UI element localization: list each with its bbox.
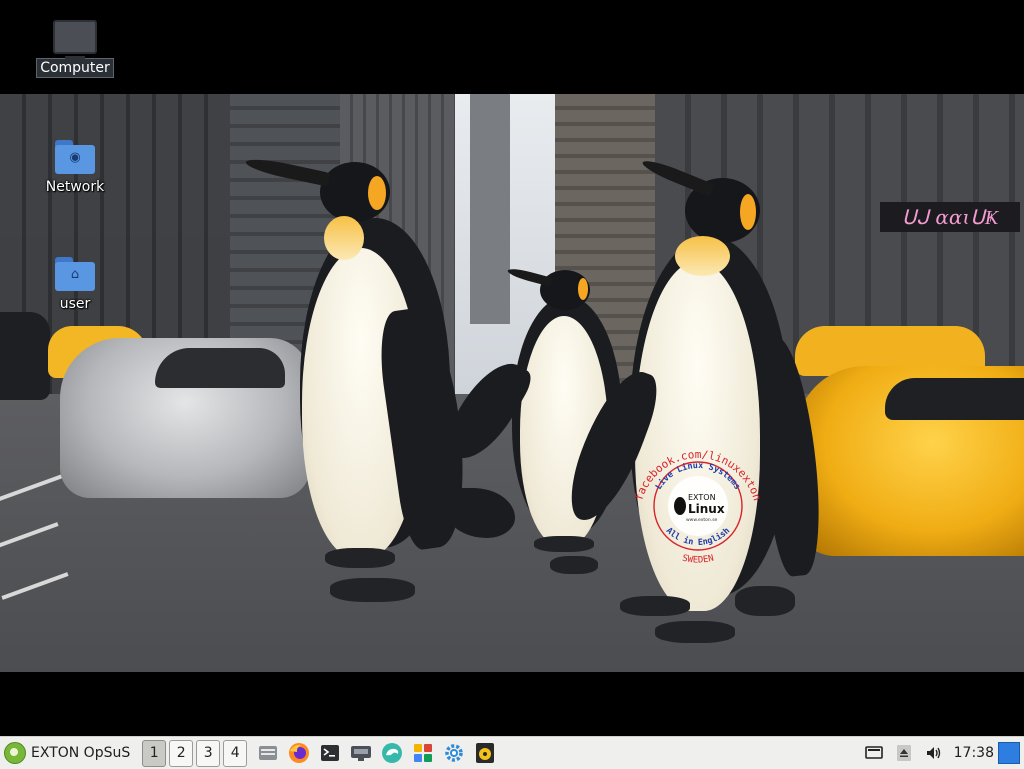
computer-icon: [53, 20, 97, 60]
keyboard-display-icon: [864, 746, 883, 759]
stamp-brand-1: EXTON: [688, 493, 716, 502]
menu-label: EXTON OpSuS: [31, 745, 131, 761]
app-grid-launcher[interactable]: [410, 740, 436, 766]
desktop-icon-network[interactable]: ◉ Network: [35, 140, 115, 196]
system-tray: 17:38: [856, 737, 1024, 769]
tux-mini-icon: [674, 497, 686, 515]
stamp-outer-bottom: SWEDEN: [681, 554, 715, 566]
terminal-icon: [321, 745, 340, 761]
home-folder-icon: ⌂: [55, 257, 95, 291]
wallpaper: ᑌᒍ ɑɑɩᑌҜ facebook.com/linuxexton Live Li…: [0, 94, 1024, 672]
taskbar: EXTON OpSuS 1 2 3 4 17:38: [0, 736, 1024, 769]
lane-marking: [1, 572, 69, 600]
application-menu-button[interactable]: EXTON OpSuS: [0, 739, 136, 767]
workspace-1[interactable]: 1: [142, 739, 167, 767]
show-desktop-button[interactable]: [998, 742, 1020, 764]
file-manager-launcher[interactable]: [255, 740, 281, 766]
media-player-launcher[interactable]: [472, 740, 498, 766]
network-manager-icon: [351, 746, 372, 761]
firefox-launcher[interactable]: [286, 740, 312, 766]
penguin-right: [559, 156, 828, 666]
opensuse-launcher[interactable]: [379, 740, 405, 766]
lane-marking: [0, 522, 59, 550]
app-grid-icon: [414, 744, 433, 762]
clock[interactable]: 17:38: [954, 745, 994, 761]
workspace-3[interactable]: 3: [196, 739, 221, 767]
black-car: [0, 312, 50, 400]
desktop-icon-label: Network: [45, 179, 105, 195]
file-manager-icon: [259, 746, 278, 760]
exton-linux-stamp: facebook.com/linuxexton Live Linux Syste…: [632, 448, 763, 566]
keyboard-display-tray[interactable]: [862, 741, 886, 765]
settings-launcher[interactable]: [441, 740, 467, 766]
terminal-launcher[interactable]: [317, 740, 343, 766]
opensuse-logo-icon: [4, 742, 26, 764]
storefront-sign: ᑌᒍ ɑɑɩᑌҜ: [880, 202, 1020, 232]
eject-tray[interactable]: [892, 741, 916, 765]
desktop-icon-user[interactable]: ⌂ user: [35, 257, 115, 313]
desktop-icon-label: Computer: [36, 58, 114, 78]
desktop-icon-label: user: [59, 296, 91, 312]
workspace-4[interactable]: 4: [223, 739, 248, 767]
volume-tray[interactable]: [922, 741, 946, 765]
network-manager-launcher[interactable]: [348, 740, 374, 766]
stamp-brand-2: Linux: [688, 502, 725, 516]
media-player-icon: [476, 743, 495, 763]
yellow-sports-car: [795, 366, 1024, 556]
desktop-icon-computer[interactable]: Computer: [35, 20, 115, 78]
network-folder-icon: ◉: [55, 140, 95, 174]
workspace-2[interactable]: 2: [169, 739, 194, 767]
settings-gear-icon: [445, 744, 463, 762]
opensuse-chameleon-icon: [382, 743, 403, 763]
stamp-url: www.exton.se: [686, 517, 718, 523]
volume-icon: [926, 747, 940, 759]
firefox-icon: [289, 743, 310, 763]
eject-icon: [896, 745, 911, 761]
